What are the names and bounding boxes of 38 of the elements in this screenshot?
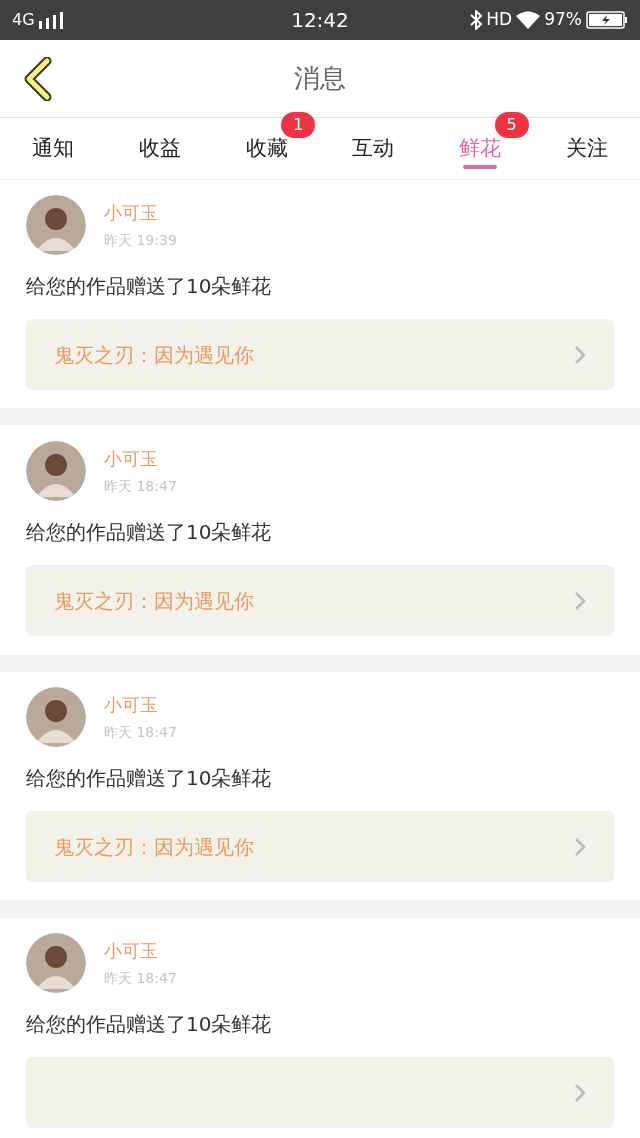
tab[interactable]: 关注: [533, 118, 640, 179]
tab[interactable]: 收益: [106, 118, 214, 179]
sender-name[interactable]: 小可玉: [104, 199, 177, 226]
message-time: 昨天 18:47: [104, 723, 177, 742]
battery-percent: 97%: [544, 8, 582, 32]
count-badge: 5: [494, 112, 529, 138]
avatar: [26, 441, 86, 501]
chevron-right-icon: [574, 1082, 586, 1103]
message-text: 给您的作品赠送了10朵鲜花: [26, 1011, 273, 1038]
sender-name[interactable]: 小可玉: [104, 691, 177, 718]
work-link[interactable]: 鬼灭之刃：因为遇见你: [26, 565, 614, 636]
message-text: 给您的作品赠送了10朵鲜花: [26, 273, 273, 300]
work-link[interactable]: 鬼灭之刃：因为遇见你: [26, 811, 614, 882]
sender-name[interactable]: 小可玉: [104, 445, 177, 472]
sender-name[interactable]: 小可玉: [104, 937, 177, 964]
message-time: 昨天 18:47: [104, 969, 177, 988]
chevron-right-icon: [574, 590, 586, 611]
tab[interactable]: 通知: [0, 118, 107, 179]
chevron-right-icon: [574, 344, 586, 365]
message-time: 昨天 19:39: [104, 231, 177, 250]
message-text: 给您的作品赠送了10朵鲜花: [26, 519, 273, 546]
chevron-right-icon: [574, 836, 586, 857]
tab-underline: [463, 165, 497, 169]
count-badge: 1: [281, 112, 316, 138]
avatar: [26, 933, 86, 993]
tab[interactable]: 互动: [320, 118, 427, 179]
page-title: 消息: [294, 62, 346, 95]
hd-label: HD: [486, 8, 513, 32]
avatar: [26, 195, 86, 255]
message-time: 昨天 18:47: [104, 477, 177, 496]
battery-icon: [586, 11, 628, 29]
clock: 12:42: [290, 7, 350, 34]
avatar: [26, 687, 86, 747]
work-link[interactable]: 鬼灭之刃：因为遇见你: [26, 319, 614, 390]
network-label: 4G: [12, 9, 35, 31]
bluetooth-icon: [470, 10, 483, 30]
wifi-icon: [516, 11, 541, 29]
message-text: 给您的作品赠送了10朵鲜花: [26, 765, 273, 792]
